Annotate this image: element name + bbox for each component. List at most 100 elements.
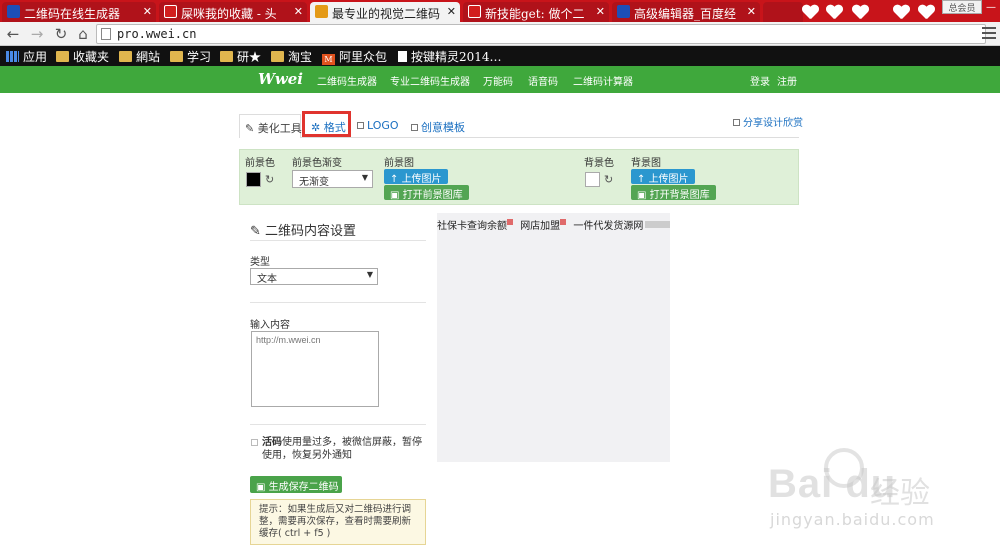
browser-tab[interactable]: 二维码在线生成器 ✕ [2, 2, 156, 22]
menu-icon[interactable] [982, 27, 996, 39]
close-icon[interactable]: ✕ [596, 5, 605, 18]
alibaba-icon: M [322, 54, 335, 65]
address-bar[interactable]: pro.wwei.cn [96, 24, 986, 44]
tab-title: 高级编辑器_百度经 [634, 7, 737, 21]
qr-icon [357, 122, 364, 129]
bookmark-label: 应用 [23, 50, 48, 64]
bookmark-folder[interactable]: 研★ [220, 48, 261, 65]
ad-link[interactable]: 社保卡查询余额 [437, 221, 507, 232]
qr-preview-area [437, 213, 670, 462]
button-label: 上传图片 [648, 174, 689, 185]
content-input[interactable] [251, 331, 379, 407]
toutiao-icon [468, 5, 481, 18]
home-icon[interactable]: ⌂ [74, 25, 92, 43]
bookmark-label: 按键精灵2014… [411, 50, 502, 64]
bookmark-folder[interactable]: 淘宝 [271, 48, 312, 65]
upload-icon: ↑ [390, 174, 402, 185]
heart-icon [826, 5, 842, 19]
qr-icon [411, 124, 418, 131]
close-icon[interactable]: ✕ [447, 5, 456, 18]
nav-link-pro-generator[interactable]: 专业二维码生成器 [390, 73, 470, 88]
tab-label: LOGO [367, 119, 399, 132]
open-fg-gallery-button[interactable]: ▣ 打开前景图库 [384, 185, 469, 201]
register-link[interactable]: 注册 [777, 73, 797, 88]
site-logo[interactable]: Wwei [258, 70, 303, 88]
browser-tab[interactable]: 屎咪莪的收藏 - 头 ✕ [159, 2, 307, 22]
browser-tab[interactable]: 高级编辑器_百度经 ✕ [612, 2, 760, 22]
tab-title: 新技能get: 做个二 [485, 7, 585, 21]
browser-tab[interactable]: 新技能get: 做个二 ✕ [463, 2, 609, 22]
bookmark-page[interactable]: 按键精灵2014… [398, 48, 502, 65]
back-arrow-icon[interactable]: ← [4, 25, 22, 43]
qr-icon [733, 119, 740, 126]
bookmark-label: 網站 [136, 50, 161, 64]
login-link[interactable]: 登录 [750, 73, 770, 88]
tab-creative-template[interactable]: 创意模板 [411, 114, 465, 138]
bg-color-label: 背景色 [584, 158, 614, 169]
nav-link-qr-calculator[interactable]: 二维码计算器 [573, 73, 633, 88]
refresh-icon[interactable]: ↻ [265, 173, 274, 186]
tab-format[interactable]: ✲ 格式 [302, 111, 351, 137]
minimize-icon[interactable]: — [986, 2, 998, 13]
gear-icon: ✲ [311, 121, 324, 134]
select-value: 文本 [257, 274, 277, 285]
ad-close-icon[interactable] [645, 221, 670, 228]
forward-arrow-icon[interactable]: → [28, 25, 46, 43]
close-icon[interactable]: ✕ [747, 5, 756, 18]
button-label: 打开前景图库 [402, 190, 463, 201]
nav-link-universal-code[interactable]: 万能码 [483, 73, 513, 88]
dropdown-arrow-icon: ▼ [361, 173, 368, 182]
bookmark-label: 研★ [237, 50, 262, 64]
bookmark-label: 淘宝 [288, 50, 313, 64]
apps-grid-icon [6, 51, 19, 62]
close-icon[interactable]: ✕ [294, 5, 303, 18]
tab-beautify-tools[interactable]: ✎ 美化工具 [239, 114, 302, 138]
button-label: 打开背景图库 [649, 190, 710, 201]
button-label: 上传图片 [401, 174, 442, 185]
heart-icon [802, 5, 818, 19]
fg-gradient-select[interactable]: 无渐变 ▼ [292, 170, 373, 188]
generate-save-button[interactable]: ▣ 生成保存二维码 [250, 476, 342, 493]
tab-title: 屎咪莪的收藏 - 头 [181, 7, 277, 21]
browser-tab-active[interactable]: 最专业的视觉二维码 ✕ [310, 2, 460, 22]
type-select[interactable]: 文本 ▼ [250, 268, 378, 285]
bookmark-folder[interactable]: 学习 [170, 48, 211, 65]
folder-icon [119, 51, 132, 62]
bookmark-folder[interactable]: 網站 [119, 48, 160, 65]
ad-link[interactable]: 网店加盟 [520, 221, 560, 232]
tab-logo[interactable]: LOGO [357, 114, 399, 138]
dropdown-arrow-icon: ▼ [366, 270, 373, 279]
new-tab-button[interactable] [763, 2, 803, 22]
bookmark-folder[interactable]: 收藏夹 [56, 48, 109, 65]
upload-icon: ↑ [637, 174, 649, 185]
refresh-icon[interactable]: ↻ [604, 173, 613, 186]
active-code-notice: 活码使用量过多，被微信屏蔽，暂停使用，恢复另外通知 [262, 436, 427, 462]
fg-color-swatch[interactable] [246, 172, 261, 187]
color-settings-panel: 前景色 ↻ 前景色渐变 无渐变 ▼ 前景图 ↑ 上传图片 ▣ 打开前景图库 背景色… [239, 149, 799, 205]
open-bg-gallery-button[interactable]: ▣ 打开背景图库 [631, 185, 716, 201]
folder-icon [271, 51, 284, 62]
pencil-icon: ✎ [250, 224, 266, 239]
fg-color-label: 前景色 [245, 158, 275, 169]
ad-link[interactable]: 一件代发货源网 [573, 221, 643, 232]
upload-fg-image-button[interactable]: ↑ 上传图片 [384, 169, 448, 185]
browser-tab-strip: 二维码在线生成器 ✕ 屎咪莪的收藏 - 头 ✕ 最专业的视觉二维码 ✕ 新技能g… [0, 0, 1000, 22]
nav-link-voice-code[interactable]: 语音码 [528, 73, 558, 88]
ad-badge-icon [560, 219, 567, 225]
watermark-brand-cn: 经验 [870, 476, 930, 511]
bg-color-swatch[interactable] [585, 172, 600, 187]
reload-icon[interactable]: ↻ [52, 25, 70, 43]
tab-label: 格式 [323, 121, 346, 134]
nav-link-qr-generator[interactable]: 二维码生成器 [317, 73, 377, 88]
bookmark-alibaba[interactable]: M 阿里众包 [322, 48, 387, 65]
active-code-checkbox[interactable] [251, 439, 258, 446]
folder-icon [220, 51, 233, 62]
upload-bg-image-button[interactable]: ↑ 上传图片 [631, 169, 695, 185]
url-text: pro.wwei.cn [117, 27, 197, 41]
tab-title: 最专业的视觉二维码 [332, 7, 441, 21]
fg-image-label: 前景图 [384, 158, 414, 169]
bookmark-apps[interactable]: 应用 [6, 48, 47, 65]
profile-badge[interactable]: 总会员 [942, 0, 982, 14]
share-design-link[interactable]: 分享设计欣赏 [733, 114, 803, 129]
close-icon[interactable]: ✕ [143, 5, 152, 18]
